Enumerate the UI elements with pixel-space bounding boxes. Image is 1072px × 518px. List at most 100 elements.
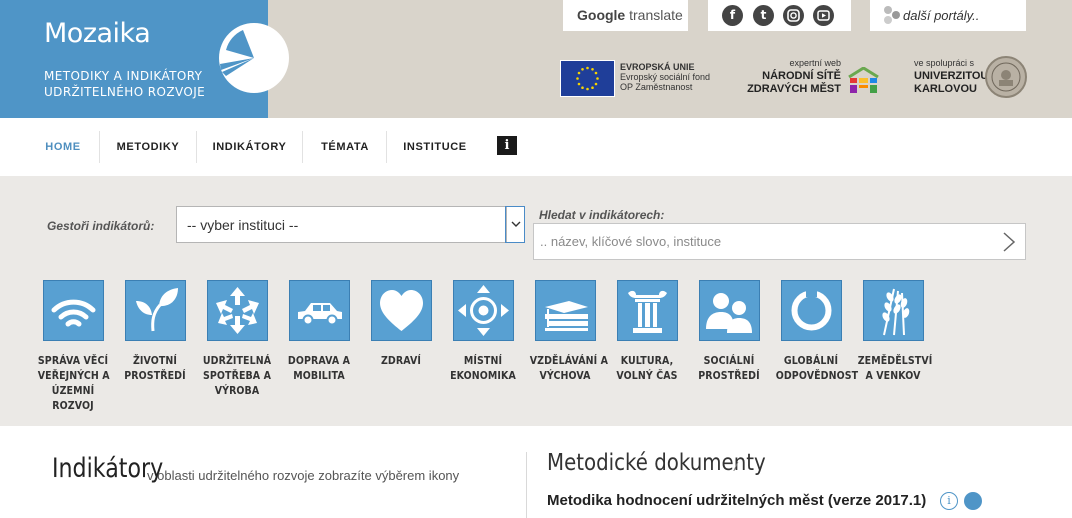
gestor-label: Gestoři indikátorů: bbox=[47, 219, 155, 233]
info-icon[interactable]: i bbox=[940, 492, 958, 510]
theme-label: SPRÁVA VĚCÍ VEŘEJNÝCH A ÚZEMNÍ ROZVOJ bbox=[37, 353, 110, 413]
theme-label-line: PROSTŘEDÍ bbox=[698, 369, 760, 382]
theme-label-line: SPRÁVA VĚCÍ bbox=[37, 354, 109, 367]
theme-label-line: UDRŽITELNÁ bbox=[202, 354, 272, 367]
theme-label-line: DOPRAVA A bbox=[287, 354, 351, 367]
theme-label: ŽIVOTNÍ PROSTŘEDÍ bbox=[120, 353, 191, 383]
filter-panel: Gestoři indikátorů: -- vyber instituci -… bbox=[0, 176, 1072, 426]
theme-label-line: SOCIÁLNÍ bbox=[703, 354, 755, 367]
car-icon bbox=[288, 280, 350, 341]
eu-line3: OP Zaměstnanost bbox=[620, 82, 693, 92]
compass-arrows-icon bbox=[452, 280, 514, 341]
theme-zdravi[interactable]: ZDRAVÍ bbox=[360, 280, 442, 368]
method-document-link[interactable]: Metodika hodnocení udržitelných měst (ve… bbox=[547, 492, 926, 509]
leaf-icon bbox=[124, 280, 186, 341]
theme-label: SOCIÁLNÍ PROSTŘEDÍ bbox=[694, 353, 765, 383]
nszm-caption: expertní web bbox=[789, 58, 841, 68]
theme-label: ZEMĚDĚLSTVÍ A VENKOV bbox=[857, 353, 933, 383]
indicators-subheading: v oblasti udržitelného rozvoje zobrazíte… bbox=[147, 468, 460, 483]
site-subtitle-line2: UDRŽITELNÉHO ROZVOJE bbox=[44, 85, 206, 99]
other-portals-label: další portály.. bbox=[903, 8, 980, 23]
main-nav: HOME METODIKY INDIKÁTORY TÉMATA INSTITUC… bbox=[0, 118, 1072, 176]
instagram-icon[interactable] bbox=[783, 5, 804, 26]
theme-zemedelstvi[interactable]: ZEMĚDĚLSTVÍ A VENKOV bbox=[852, 280, 934, 383]
site-header: Mozaika METODIKY A INDIKÁTORY UDRŽITELNÉ… bbox=[0, 0, 1072, 118]
theme-doprava[interactable]: DOPRAVA A MOBILITA bbox=[278, 280, 360, 383]
uk-line1: UNIVERZITOU bbox=[914, 70, 989, 82]
books-icon bbox=[534, 280, 596, 341]
search-input[interactable] bbox=[534, 224, 994, 259]
pie-logo-icon bbox=[219, 23, 289, 93]
theme-socialni-prostredi[interactable]: SOCIÁLNÍ PROSTŘEDÍ bbox=[688, 280, 770, 383]
university-seal-icon[interactable] bbox=[985, 56, 1027, 98]
eu-flag-logo[interactable] bbox=[560, 60, 615, 97]
theme-label: DOPRAVA A MOBILITA bbox=[284, 353, 355, 383]
recycle-arrows-icon bbox=[206, 280, 268, 341]
theme-label: ZDRAVÍ bbox=[366, 353, 437, 368]
translate-word: translate bbox=[625, 7, 683, 23]
heart-icon bbox=[370, 280, 432, 341]
nszm-name[interactable]: NÁRODNÍ SÍTĚ ZDRAVÝCH MĚST bbox=[740, 70, 841, 96]
eu-line1: EVROPSKÁ UNIE bbox=[620, 62, 695, 72]
uk-caption: ve spolupráci s bbox=[914, 58, 975, 68]
other-portals-button[interactable]: další portály.. bbox=[870, 0, 1026, 31]
google-word: Google bbox=[577, 7, 626, 23]
theme-label: KULTURA, VOLNÝ ČAS bbox=[612, 353, 683, 383]
theme-sprava[interactable]: SPRÁVA VĚCÍ VEŘEJNÝCH A ÚZEMNÍ ROZVOJ bbox=[32, 280, 114, 413]
methods-slash: / bbox=[734, 460, 738, 474]
theme-mistni-ekonomika[interactable]: MÍSTNÍ EKONOMIKA bbox=[442, 280, 524, 383]
nav-instituce[interactable]: INSTITUCE bbox=[387, 118, 483, 176]
people-icon bbox=[698, 280, 760, 341]
chevron-right-icon[interactable] bbox=[1001, 231, 1017, 253]
theme-label-line: MÍSTNÍ bbox=[463, 354, 503, 367]
theme-label: MÍSTNÍ EKONOMIKA bbox=[448, 353, 519, 383]
nav-metodiky[interactable]: METODIKY bbox=[100, 118, 196, 176]
status-dot-icon[interactable] bbox=[964, 492, 982, 510]
nav-temata[interactable]: TÉMATA bbox=[303, 118, 387, 176]
theme-label-line: VÝCHOVA bbox=[539, 369, 591, 382]
twitter-icon[interactable]: t bbox=[753, 5, 774, 26]
eu-line2: Evropský sociální fond bbox=[620, 72, 711, 82]
google-translate-button[interactable]: Google translate bbox=[563, 0, 688, 31]
theme-label-line: ZDRAVÍ bbox=[380, 354, 422, 367]
nszm-line2: ZDRAVÝCH MĚST bbox=[747, 83, 841, 95]
nav-indikatory[interactable]: INDIKÁTORY bbox=[197, 118, 302, 176]
theme-label-line: VEŘEJNÝCH A bbox=[37, 369, 110, 382]
brand-block[interactable]: Mozaika METODIKY A INDIKÁTORY UDRŽITELNÉ… bbox=[0, 0, 289, 118]
youtube-icon[interactable] bbox=[813, 5, 834, 26]
theme-label-line: VZDĚLÁVÁNÍ A bbox=[529, 354, 609, 367]
theme-vzdelavani[interactable]: VZDĚLÁVÁNÍ A VÝCHOVA bbox=[524, 280, 609, 383]
uk-name[interactable]: UNIVERZITOU KARLOVOU bbox=[914, 70, 988, 96]
site-title[interactable]: Mozaika bbox=[44, 18, 151, 49]
eu-fund-text: EVROPSKÁ UNIE Evropský sociální fond OP … bbox=[620, 62, 710, 92]
column-icon bbox=[616, 280, 678, 341]
nszm-line1: NÁRODNÍ SÍTĚ bbox=[762, 70, 841, 82]
theme-label-line: A VENKOV bbox=[865, 369, 921, 382]
wheat-icon bbox=[862, 280, 924, 341]
theme-label-line: MOBILITA bbox=[293, 369, 345, 382]
nav-home[interactable]: HOME bbox=[30, 118, 96, 176]
theme-label-line: ZEMĚDĚLSTVÍ bbox=[857, 354, 933, 367]
chevron-down-icon[interactable] bbox=[505, 206, 525, 243]
portals-dots-icon bbox=[884, 6, 900, 24]
wifi-icon bbox=[42, 280, 104, 341]
theme-zivotni-prostredi[interactable]: ŽIVOTNÍ PROSTŘEDÍ bbox=[114, 280, 196, 383]
facebook-icon[interactable]: f bbox=[722, 5, 743, 26]
column-divider bbox=[526, 452, 527, 518]
theme-label-line: VOLNÝ ČAS bbox=[616, 369, 678, 382]
theme-udrzitelna-spotreba[interactable]: UDRŽITELNÁ SPOTŘEBA A VÝROBA bbox=[196, 280, 278, 398]
theme-label-line: SPOTŘEBA A bbox=[202, 369, 271, 382]
info-button[interactable]: i bbox=[497, 136, 517, 155]
social-links: f t bbox=[708, 0, 851, 31]
theme-label-line: ODPOVĚDNOST bbox=[775, 369, 859, 382]
theme-label-line: PROSTŘEDÍ bbox=[124, 369, 186, 382]
gestor-select[interactable]: -- vyber instituci -- bbox=[176, 206, 525, 243]
theme-label: VZDĚLÁVÁNÍ A VÝCHOVA bbox=[529, 353, 609, 383]
theme-globalni-odpovednost[interactable]: GLOBÁLNÍ ODPOVĚDNOST bbox=[770, 280, 859, 383]
globe-ring-icon bbox=[780, 280, 842, 341]
site-subtitle-line1: METODIKY A INDIKÁTORY bbox=[44, 69, 203, 83]
theme-label-line: EKONOMIKA bbox=[450, 369, 516, 382]
theme-kultura[interactable]: KULTURA, VOLNÝ ČAS bbox=[606, 280, 688, 383]
nszm-logo-icon[interactable] bbox=[848, 67, 879, 95]
theme-label-line: ÚZEMNÍ bbox=[51, 384, 95, 397]
